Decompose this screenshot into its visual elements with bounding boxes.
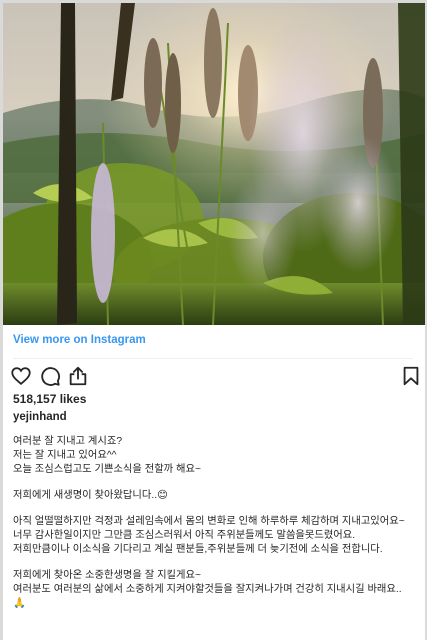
bookmark-icon[interactable]	[400, 365, 422, 387]
caption-line: 저희에게 새생명이 찾아왔답니다..😊	[13, 490, 168, 501]
post-actions	[3, 365, 425, 389]
post-photo[interactable]	[3, 3, 425, 325]
heart-icon[interactable]	[10, 365, 32, 387]
post-caption: 여러분 잘 지내고 계시죠? 저는 잘 지내고 있어요^^ 오늘 조심스럽고도 …	[13, 435, 418, 611]
instagram-embed-card: View more on Instagram 518,157 likes yej…	[2, 3, 426, 640]
caption-line: 저희에게 찾아온 소중한생명을 잘 지킬게요~	[13, 570, 201, 581]
caption-line: 여러분 잘 지내고 계시죠?	[13, 436, 123, 447]
flower-field-image	[3, 3, 425, 325]
divider	[13, 358, 413, 359]
caption-line: 오늘 조심스럽고도 기쁜소식을 전할까 해요~	[13, 464, 201, 475]
caption-line: 여러분도 여러분의 삶에서 소중하게 지켜야할것들을 잘지켜나가며 건강히 지내…	[13, 584, 402, 595]
caption-line: 너무 감사한일이지만 그만큼 조심스러워서 아직 주위분들께도 말씀을못드렸어요…	[13, 530, 356, 541]
caption-line: 🙏	[13, 598, 26, 609]
post-username[interactable]: yejinhand	[13, 411, 67, 423]
comment-bubble-icon[interactable]	[39, 365, 61, 387]
view-more-on-instagram-link[interactable]: View more on Instagram	[13, 334, 146, 346]
caption-line: 저희만큼이나 이소식을 기다리고 계실 팬분들,주위분들께 더 늦기전에 소식을…	[13, 544, 383, 555]
share-icon[interactable]	[67, 365, 89, 387]
caption-line: 저는 잘 지내고 있어요^^	[13, 450, 117, 461]
caption-line: 아직 얼떨떨하지만 걱정과 설레임속에서 몸의 변화로 인해 하루하루 체감하며…	[13, 516, 405, 527]
like-count[interactable]: 518,157 likes	[13, 392, 86, 406]
